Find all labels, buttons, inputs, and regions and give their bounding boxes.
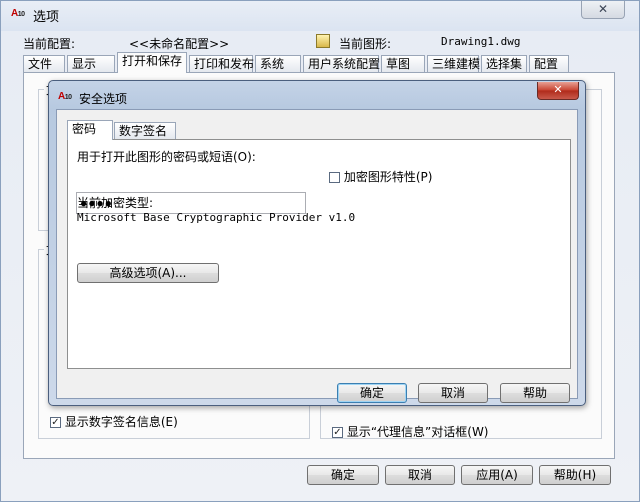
tab-selection[interactable]: 选择集 xyxy=(481,55,527,72)
show-digital-signature-row[interactable]: ✓ 显示数字签名信息(E) xyxy=(50,413,178,430)
encryption-type-label: 当前加密类型: xyxy=(77,196,154,210)
show-proxy-dialog-row[interactable]: ✓ 显示“代理信息”对话框(W) xyxy=(332,423,489,440)
tab-digital-signature[interactable]: 数字签名 xyxy=(114,122,176,139)
dialog-ok-button[interactable]: 确定 xyxy=(337,383,407,403)
tab-drafting[interactable]: 草图 xyxy=(381,55,425,72)
close-icon: ✕ xyxy=(553,83,563,96)
show-digital-signature-label: 显示数字签名信息(E) xyxy=(64,415,178,429)
close-icon: ✕ xyxy=(597,2,609,16)
tab-profiles[interactable]: 配置 xyxy=(529,55,569,72)
window-title: 选项 xyxy=(33,10,60,25)
advanced-options-button[interactable]: 高级选项(A)... xyxy=(77,263,219,283)
tab-plot-and-publish[interactable]: 打印和发布 xyxy=(189,55,254,72)
cancel-button[interactable]: 取消 xyxy=(385,465,455,485)
autocad-logo-icon: A10 xyxy=(58,91,72,102)
drawing-file-icon xyxy=(316,34,330,48)
autocad-logo-icon: A10 xyxy=(11,8,25,19)
apply-button[interactable]: 应用(A) xyxy=(461,465,533,485)
current-config-label: 当前配置: xyxy=(23,37,76,51)
show-proxy-dialog-label: 显示“代理信息”对话框(W) xyxy=(346,425,489,439)
tab-display[interactable]: 显示 xyxy=(67,55,115,72)
dialog-client-area: 密码 数字签名 用于打开此图形的密码或短语(O): 加密图形特性(P) 当前加密… xyxy=(56,109,578,403)
tab-password[interactable]: 密码 xyxy=(67,120,113,140)
ok-button[interactable]: 确定 xyxy=(307,465,379,485)
tab-system[interactable]: 系统 xyxy=(255,55,301,72)
show-proxy-dialog-checkbox[interactable]: ✓ xyxy=(332,427,343,438)
current-config-value: <<未命名配置>> xyxy=(129,37,230,51)
password-panel xyxy=(67,139,571,369)
tab-open-and-save[interactable]: 打开和保存 xyxy=(117,52,187,73)
current-drawing-label: 当前图形: xyxy=(339,37,392,51)
dialog-cancel-button[interactable]: 取消 xyxy=(418,383,488,403)
dialog-help-button[interactable]: 帮助 xyxy=(500,383,570,403)
tab-3d-modeling[interactable]: 三维建模 xyxy=(427,55,480,72)
dialog-close-button[interactable]: ✕ xyxy=(537,82,579,100)
help-button[interactable]: 帮助(H) xyxy=(539,465,611,485)
tab-user-preferences[interactable]: 用户系统配置 xyxy=(303,55,380,72)
password-prompt-label: 用于打开此图形的密码或短语(O): xyxy=(77,150,256,164)
encrypt-properties-row[interactable]: 加密图形特性(P) xyxy=(329,168,432,185)
dialog-title: 安全选项 xyxy=(79,92,128,106)
encrypt-properties-label: 加密图形特性(P) xyxy=(343,170,433,184)
tab-files[interactable]: 文件 xyxy=(23,55,65,72)
current-drawing-value: Drawing1.dwg xyxy=(441,35,521,48)
show-digital-signature-checkbox[interactable]: ✓ xyxy=(50,417,61,428)
encrypt-properties-checkbox[interactable] xyxy=(329,172,340,183)
encryption-type-value: Microsoft Base Cryptographic Provider v1… xyxy=(77,211,356,224)
window-close-button[interactable]: ✕ xyxy=(581,1,625,19)
security-options-dialog: A10 安全选项 ✕ 密码 数字签名 用于打开此图形的密码或短语(O): 加密图… xyxy=(48,80,586,406)
